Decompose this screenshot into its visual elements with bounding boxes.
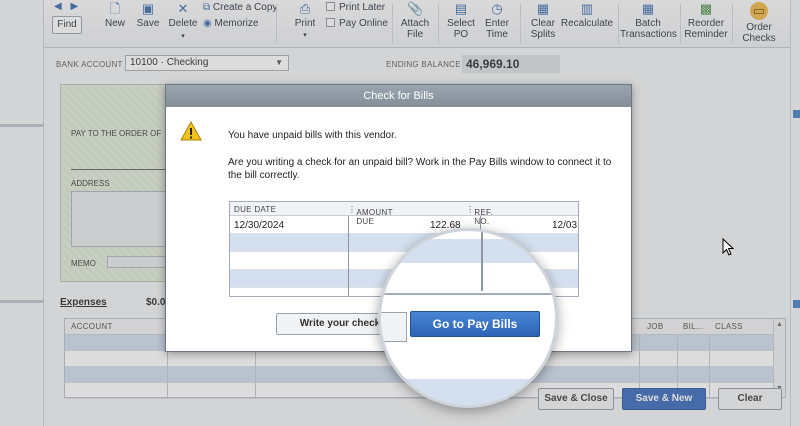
mouse-cursor-icon [722, 238, 735, 256]
zoomed-table-border [381, 293, 555, 295]
unpaid-bills-message: You have unpaid bills with this vendor. [228, 130, 397, 141]
zoomed-strip [381, 379, 555, 405]
dialog-title: Check for Bills [166, 85, 631, 107]
bill-due-date: 12/30/2024 [234, 220, 285, 231]
zoomed-column-divider [481, 231, 483, 291]
due-date-column-header: DUE DATE [234, 205, 277, 214]
go-to-pay-bills-button[interactable]: Go to Pay Bills [410, 311, 540, 337]
warning-icon [180, 121, 202, 141]
table-row[interactable]: 12/30/2024 122.68 12/03 [230, 216, 578, 234]
zoomed-write-check-button [381, 312, 407, 342]
ref-no-column-header: ⋮ REF. NO. [466, 205, 493, 226]
amount-due-column-header: ⋮ AMOUNT DUE [348, 205, 393, 226]
pay-bills-advice-message: Are you writing a check for an unpaid bi… [228, 157, 612, 181]
column-divider [348, 216, 349, 296]
zoomed-row [381, 239, 555, 263]
bills-table-header: DUE DATE ⋮ AMOUNT DUE ⋮ REF. NO. [230, 202, 578, 226]
bill-ref-no: 12/03 [552, 220, 578, 231]
